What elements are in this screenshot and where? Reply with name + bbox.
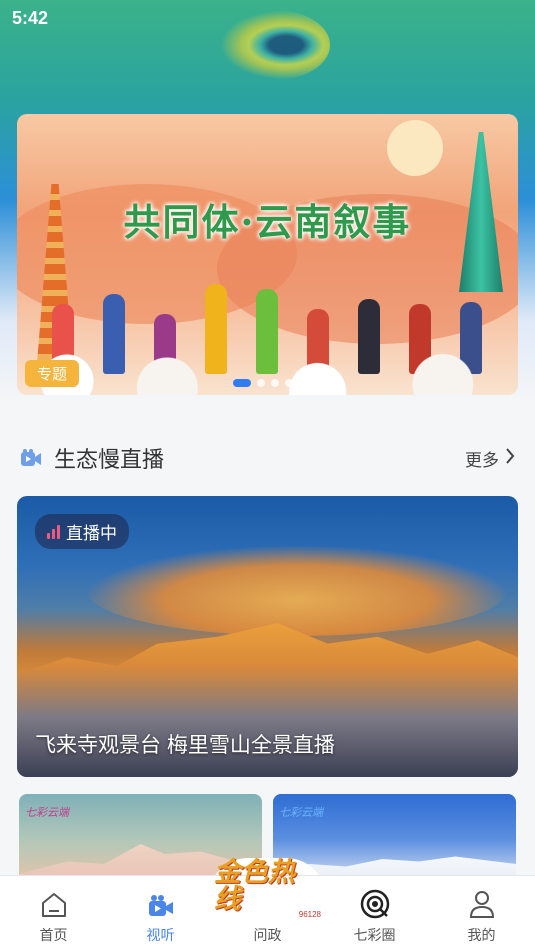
bottom-tab-bar: 首页 视听 金色热线 96128 问政 七彩圈 我的 xyxy=(0,859,535,951)
banner-tag: 专题 xyxy=(25,360,80,387)
section-title-group: 生态慢直播 xyxy=(20,442,164,474)
carousel-dots xyxy=(233,379,293,387)
thumbnail-logo: 七彩云端 xyxy=(25,807,69,819)
more-label: 更多 xyxy=(465,450,499,470)
tab-label: 七彩圈 xyxy=(353,927,396,943)
live-badge-label: 直播中 xyxy=(66,524,117,543)
status-bar-time: 5:42 xyxy=(12,8,49,28)
carousel-dot[interactable] xyxy=(257,379,265,387)
live-card-title: 飞来寺观景台 梅里雪山全景直播 xyxy=(35,734,335,757)
tab-profile[interactable]: 我的 xyxy=(428,876,535,951)
carousel-dot[interactable] xyxy=(233,379,251,387)
camera-lens-icon xyxy=(360,889,390,919)
more-button[interactable]: 更多 xyxy=(465,446,515,471)
hotline-logo: 金色热线 96128 xyxy=(214,859,321,919)
hotline-logo-text: 金色热线 xyxy=(214,857,295,915)
tab-home[interactable]: 首页 xyxy=(0,876,107,951)
video-camera-icon xyxy=(147,893,175,919)
tab-label: 首页 xyxy=(39,927,68,943)
thumbnail-logo: 七彩云端 xyxy=(279,807,323,819)
peacock-feather-decoration xyxy=(220,10,330,80)
video-camera-icon xyxy=(20,448,42,468)
hotline-logo-sub: 96128 xyxy=(298,910,321,919)
live-bars-icon xyxy=(47,524,60,539)
section-header: 生态慢直播 更多 xyxy=(20,440,515,476)
section-title: 生态慢直播 xyxy=(54,447,165,472)
tab-label: 视听 xyxy=(146,927,175,943)
banner-sun-decoration xyxy=(387,120,443,176)
tab-label: 我的 xyxy=(467,927,496,943)
home-icon xyxy=(40,891,68,919)
tab-media[interactable]: 视听 xyxy=(107,876,214,951)
tab-inquiry[interactable]: 金色热线 96128 问政 xyxy=(214,859,321,951)
user-icon xyxy=(468,889,496,919)
live-card-cloud xyxy=(87,546,507,636)
topic-banner[interactable]: 共同体·云南叙事 专题 xyxy=(17,114,518,395)
live-stream-card[interactable]: 直播中 飞来寺观景台 梅里雪山全景直播 xyxy=(17,496,518,777)
tab-moments[interactable]: 七彩圈 xyxy=(321,876,428,951)
banner-title: 共同体·云南叙事 xyxy=(123,200,412,244)
chevron-right-icon xyxy=(505,447,515,469)
live-badge: 直播中 xyxy=(35,514,129,549)
carousel-dot[interactable] xyxy=(285,379,293,387)
tab-label: 问政 xyxy=(253,927,282,943)
carousel-dot[interactable] xyxy=(271,379,279,387)
